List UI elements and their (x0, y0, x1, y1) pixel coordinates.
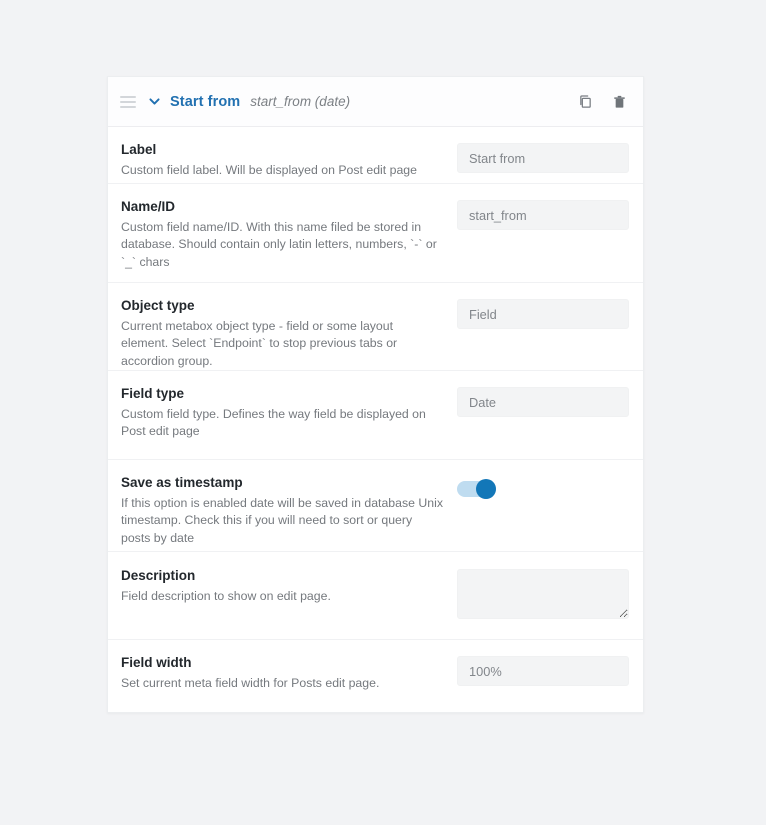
copy-icon[interactable] (575, 92, 595, 112)
setting-row-field-type: Field type Custom field type. Defines th… (108, 371, 643, 460)
setting-description: Custom field name/ID. With this name fil… (121, 219, 437, 269)
setting-row-name-id: Name/ID Custom field name/ID. With this … (108, 184, 643, 283)
setting-row-object-type: Object type Current metabox object type … (108, 283, 643, 371)
object-type-input[interactable] (457, 299, 629, 329)
setting-control (457, 568, 629, 619)
field-type-input[interactable] (457, 387, 629, 417)
setting-label: Name/ID (121, 199, 176, 214)
setting-description: If this option is enabled date will be s… (121, 495, 443, 545)
setting-row-field-width: Field width Set current meta field width… (108, 640, 643, 712)
setting-row-save-as-timestamp: Save as timestamp If this option is enab… (108, 460, 643, 552)
setting-info: Description Field description to show on… (121, 568, 457, 605)
setting-info: Name/ID Custom field name/ID. With this … (121, 199, 457, 271)
name-id-input[interactable] (457, 200, 629, 230)
header-actions (575, 92, 629, 112)
setting-description: Set current meta field width for Posts e… (121, 675, 380, 690)
setting-label: Label (121, 142, 157, 157)
setting-row-label: Label Custom field label. Will be displa… (108, 127, 643, 184)
setting-description: Custom field label. Will be displayed on… (121, 162, 417, 177)
description-textarea[interactable] (457, 569, 629, 619)
setting-control (457, 475, 627, 499)
setting-description: Field description to show on edit page. (121, 588, 331, 603)
field-settings-card: Start from start_from (date) Label Custo (107, 76, 644, 713)
field-title: Start from (170, 93, 241, 110)
save-as-timestamp-toggle[interactable] (457, 479, 496, 499)
setting-control (457, 199, 629, 230)
setting-description: Current metabox object type - field or s… (121, 318, 398, 368)
setting-row-description: Description Field description to show on… (108, 552, 643, 640)
setting-info: Save as timestamp If this option is enab… (121, 475, 457, 547)
field-width-input[interactable] (457, 656, 629, 686)
setting-control (457, 142, 629, 173)
setting-label: Field type (121, 386, 185, 401)
setting-label: Object type (121, 298, 195, 313)
setting-info: Label Custom field label. Will be displa… (121, 142, 457, 179)
setting-control (457, 298, 629, 329)
setting-label: Description (121, 568, 196, 583)
setting-description: Custom field type. Defines the way field… (121, 406, 426, 439)
trash-icon[interactable] (609, 92, 629, 112)
toggle-knob (476, 479, 496, 499)
setting-control (457, 655, 629, 686)
label-input[interactable] (457, 143, 629, 173)
setting-info: Object type Current metabox object type … (121, 298, 457, 370)
setting-label: Field width (121, 655, 192, 670)
setting-label: Save as timestamp (121, 475, 243, 490)
chevron-down-icon[interactable] (146, 94, 162, 110)
drag-handle-icon[interactable] (120, 94, 138, 110)
setting-info: Field type Custom field type. Defines th… (121, 386, 457, 441)
field-slug: start_from (date) (250, 94, 351, 109)
setting-info: Field width Set current meta field width… (121, 655, 457, 692)
setting-control (457, 386, 629, 417)
field-card-header: Start from start_from (date) (108, 77, 643, 127)
